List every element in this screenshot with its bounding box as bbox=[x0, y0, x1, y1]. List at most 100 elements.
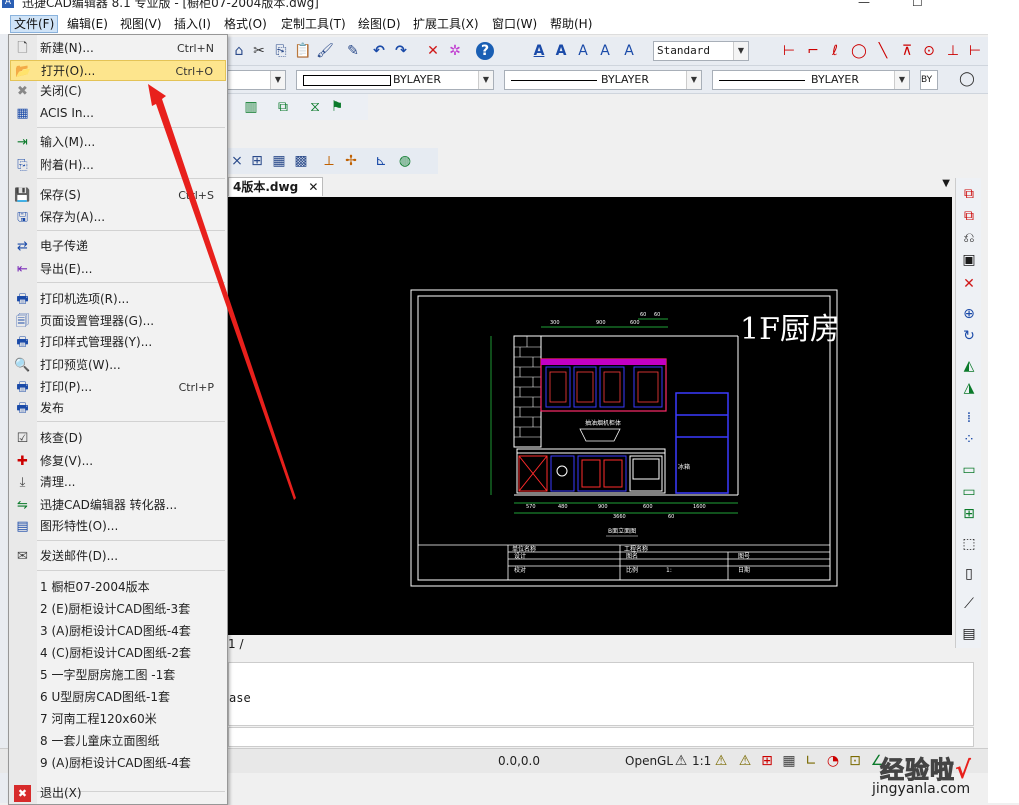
diagonal-dim-icon[interactable]: ╲ bbox=[874, 42, 892, 60]
file-menu-item[interactable]: ⤓ 清理... bbox=[10, 472, 226, 493]
snap-icon[interactable]: ⊞ bbox=[758, 752, 776, 770]
erase-object-icon[interactable]: ✕ bbox=[959, 274, 979, 294]
text-style-select[interactable]: Standard ▼ bbox=[653, 41, 749, 61]
file-menu-item[interactable]: 🖶 打印机选项(R)... bbox=[10, 289, 226, 310]
linetype-select[interactable]: BYLAYER ▼ bbox=[504, 70, 702, 90]
drawing-canvas[interactable]: 1F厨房 抽油烟机柜体 冰箱 300 900 600 60 60 570 480… bbox=[228, 197, 952, 635]
redo-icon[interactable]: ↷ bbox=[392, 42, 410, 60]
file-menu-item[interactable]: ☑ 核查(D) bbox=[10, 428, 226, 449]
paste-icon[interactable]: 📋 bbox=[294, 42, 312, 60]
text-a-icon[interactable]: A bbox=[552, 42, 570, 60]
file-menu-item[interactable]: ⇄ 电子传递 bbox=[10, 236, 226, 257]
menu-custom-tools[interactable]: 定制工具(T) bbox=[278, 16, 349, 32]
grid-icon[interactable]: ▦ bbox=[270, 152, 288, 170]
recent-file-item[interactable]: 7 河南工程120x60米 bbox=[10, 709, 226, 730]
angle-dim-icon[interactable]: ℓ bbox=[826, 42, 844, 60]
recent-file-item[interactable]: 6 U型厨房CAD图纸-1套 bbox=[10, 687, 226, 708]
ordinate-dim-icon[interactable]: ⊥ bbox=[944, 42, 962, 60]
menu-format[interactable]: 格式(O) bbox=[221, 16, 270, 32]
text-spell-icon[interactable]: A bbox=[620, 42, 638, 60]
copy-object-icon[interactable]: ⧉ bbox=[959, 184, 979, 204]
copy-icon[interactable]: ⎘ bbox=[272, 42, 290, 60]
mirror-icon[interactable]: ⧉ bbox=[959, 206, 979, 226]
maximize-button[interactable]: ☐ bbox=[912, 0, 923, 9]
lock-icon[interactable]: ⌂ bbox=[230, 42, 248, 60]
file-menu-item[interactable]: ⇋ 迅捷CAD编辑器 转化器... bbox=[10, 495, 226, 516]
circle-tool-icon[interactable]: ◯ bbox=[958, 70, 976, 88]
recent-file-item[interactable]: 2 (E)厨柜设计CAD图纸-3套 bbox=[10, 599, 226, 620]
array-icon[interactable]: ⨯ bbox=[228, 152, 246, 170]
file-menu-item[interactable]: ▦ ACIS In... bbox=[10, 103, 226, 124]
osnap-toggle-icon[interactable]: ⊡ bbox=[846, 752, 864, 770]
annotation-visibility-icon[interactable]: ⚠ bbox=[712, 752, 730, 770]
text-edit-icon[interactable]: A bbox=[574, 42, 592, 60]
ucs-icon[interactable]: ⟂ bbox=[320, 152, 338, 170]
recent-file-item[interactable]: 9 (A)厨柜设计CAD图纸-4套 bbox=[10, 753, 226, 774]
menu-draw[interactable]: 绘图(D) bbox=[355, 16, 404, 32]
plot-style-select[interactable]: BY bbox=[920, 70, 938, 90]
drawing-tab[interactable]: 4版本.dwg ✕ bbox=[228, 177, 324, 196]
minimize-button[interactable]: — bbox=[858, 0, 870, 9]
tab-list-dropdown-icon[interactable]: ▼ bbox=[942, 178, 950, 189]
help-icon[interactable]: ? bbox=[476, 42, 494, 60]
file-menu-item[interactable]: 🖫 保存为(A)... bbox=[10, 207, 226, 228]
menu-insert[interactable]: 插入(I) bbox=[171, 16, 214, 32]
file-menu-item[interactable]: 💾 保存(S) Ctrl+S bbox=[10, 185, 226, 206]
recent-file-item[interactable]: 8 一套儿童床立面图纸 bbox=[10, 731, 226, 752]
file-menu-item[interactable]: ⇤ 导出(E)... bbox=[10, 259, 226, 280]
table-tool-icon[interactable]: ⧖ bbox=[306, 98, 324, 116]
file-menu-item[interactable]: ⎘ 附着(H)... bbox=[10, 155, 226, 176]
file-menu-item[interactable]: 🖶 发布 bbox=[10, 398, 226, 419]
flag-icon[interactable]: ⚑ bbox=[328, 98, 346, 116]
recent-file-item[interactable]: 3 (A)厨柜设计CAD图纸-4套 bbox=[10, 621, 226, 642]
file-menu-item[interactable]: ▤ 图形特性(O)... bbox=[10, 516, 226, 537]
exit-menu-item[interactable]: ✖ 退出(X) bbox=[10, 783, 226, 804]
file-menu-item[interactable]: 🔍 打印预览(W)... bbox=[10, 355, 226, 376]
grid2-icon[interactable]: ▩ bbox=[292, 152, 310, 170]
match-brush-icon[interactable]: ✎ bbox=[344, 42, 362, 60]
match-properties-icon[interactable]: 🖌 bbox=[316, 42, 334, 60]
lengthen-icon[interactable]: ▯ bbox=[959, 564, 979, 584]
layout-tab[interactable]: 1 / bbox=[228, 637, 244, 651]
tolerance-icon[interactable]: ⊼ bbox=[898, 42, 916, 60]
move-icon[interactable]: ⊕ bbox=[959, 304, 979, 324]
auto-scale-icon[interactable]: ⚠ bbox=[736, 752, 754, 770]
region-icon[interactable]: ⧉ bbox=[274, 98, 292, 116]
erase-icon[interactable]: ✲ bbox=[446, 42, 464, 60]
circle-dim-icon[interactable]: ◯ bbox=[850, 42, 868, 60]
array-rect-icon[interactable]: ▣ bbox=[959, 250, 979, 270]
break-icon[interactable]: ▭ bbox=[959, 460, 979, 480]
ortho-toggle-icon[interactable]: ∟ bbox=[802, 752, 820, 770]
fillet-icon[interactable]: ⟋ bbox=[959, 594, 979, 614]
file-menu-item[interactable]: 🖶 打印(P)... Ctrl+P bbox=[10, 377, 226, 398]
ortho-dim-icon[interactable]: ⌐ bbox=[804, 42, 822, 60]
cut-icon[interactable]: ✂ bbox=[250, 42, 268, 60]
scale-icon[interactable]: ◭ bbox=[959, 356, 979, 376]
file-menu-item[interactable]: 📂 打开(O)... Ctrl+O bbox=[10, 60, 226, 81]
recent-file-item[interactable]: 4 (C)厨柜设计CAD图纸-2套 bbox=[10, 643, 226, 664]
rotate-icon[interactable]: ↻ bbox=[959, 326, 979, 346]
leader-icon[interactable]: ⊢ bbox=[966, 42, 984, 60]
menu-view[interactable]: 视图(V) bbox=[117, 16, 165, 32]
annotation-scale[interactable]: 1:1 bbox=[692, 752, 711, 770]
3d-box-icon[interactable]: ⬚ bbox=[959, 534, 979, 554]
command-input[interactable] bbox=[228, 727, 974, 747]
file-menu-item[interactable]: 🗐 页面设置管理器(G)... bbox=[10, 311, 226, 332]
offset-icon[interactable]: ⎌ bbox=[959, 228, 979, 248]
polar-toggle-icon[interactable]: ◔ bbox=[824, 752, 842, 770]
file-menu-item[interactable]: ✖ 关闭(C) bbox=[10, 81, 226, 102]
menu-window[interactable]: 窗口(W) bbox=[489, 16, 540, 32]
recent-file-item[interactable]: 5 一字型厨房施工图 -1套 bbox=[10, 665, 226, 686]
render-icon[interactable]: ◍ bbox=[396, 152, 414, 170]
chamfer-icon[interactable]: ⊞ bbox=[959, 504, 979, 524]
view-icon[interactable]: ⊾ bbox=[372, 152, 390, 170]
annotation-scale-icon[interactable]: ⚠ bbox=[672, 752, 690, 770]
trim-icon[interactable]: ⁞ bbox=[959, 408, 979, 428]
file-menu-item[interactable]: 🗋 新建(N)... Ctrl+N bbox=[10, 38, 226, 59]
render-mode[interactable]: OpenGL bbox=[625, 752, 673, 770]
text-style-a-icon[interactable]: A bbox=[530, 42, 548, 60]
ucs-move-icon[interactable]: ✢ bbox=[342, 152, 360, 170]
join-icon[interactable]: ▭ bbox=[959, 482, 979, 502]
delete-icon[interactable]: ✕ bbox=[424, 42, 442, 60]
close-tab-icon[interactable]: ✕ bbox=[308, 180, 318, 194]
